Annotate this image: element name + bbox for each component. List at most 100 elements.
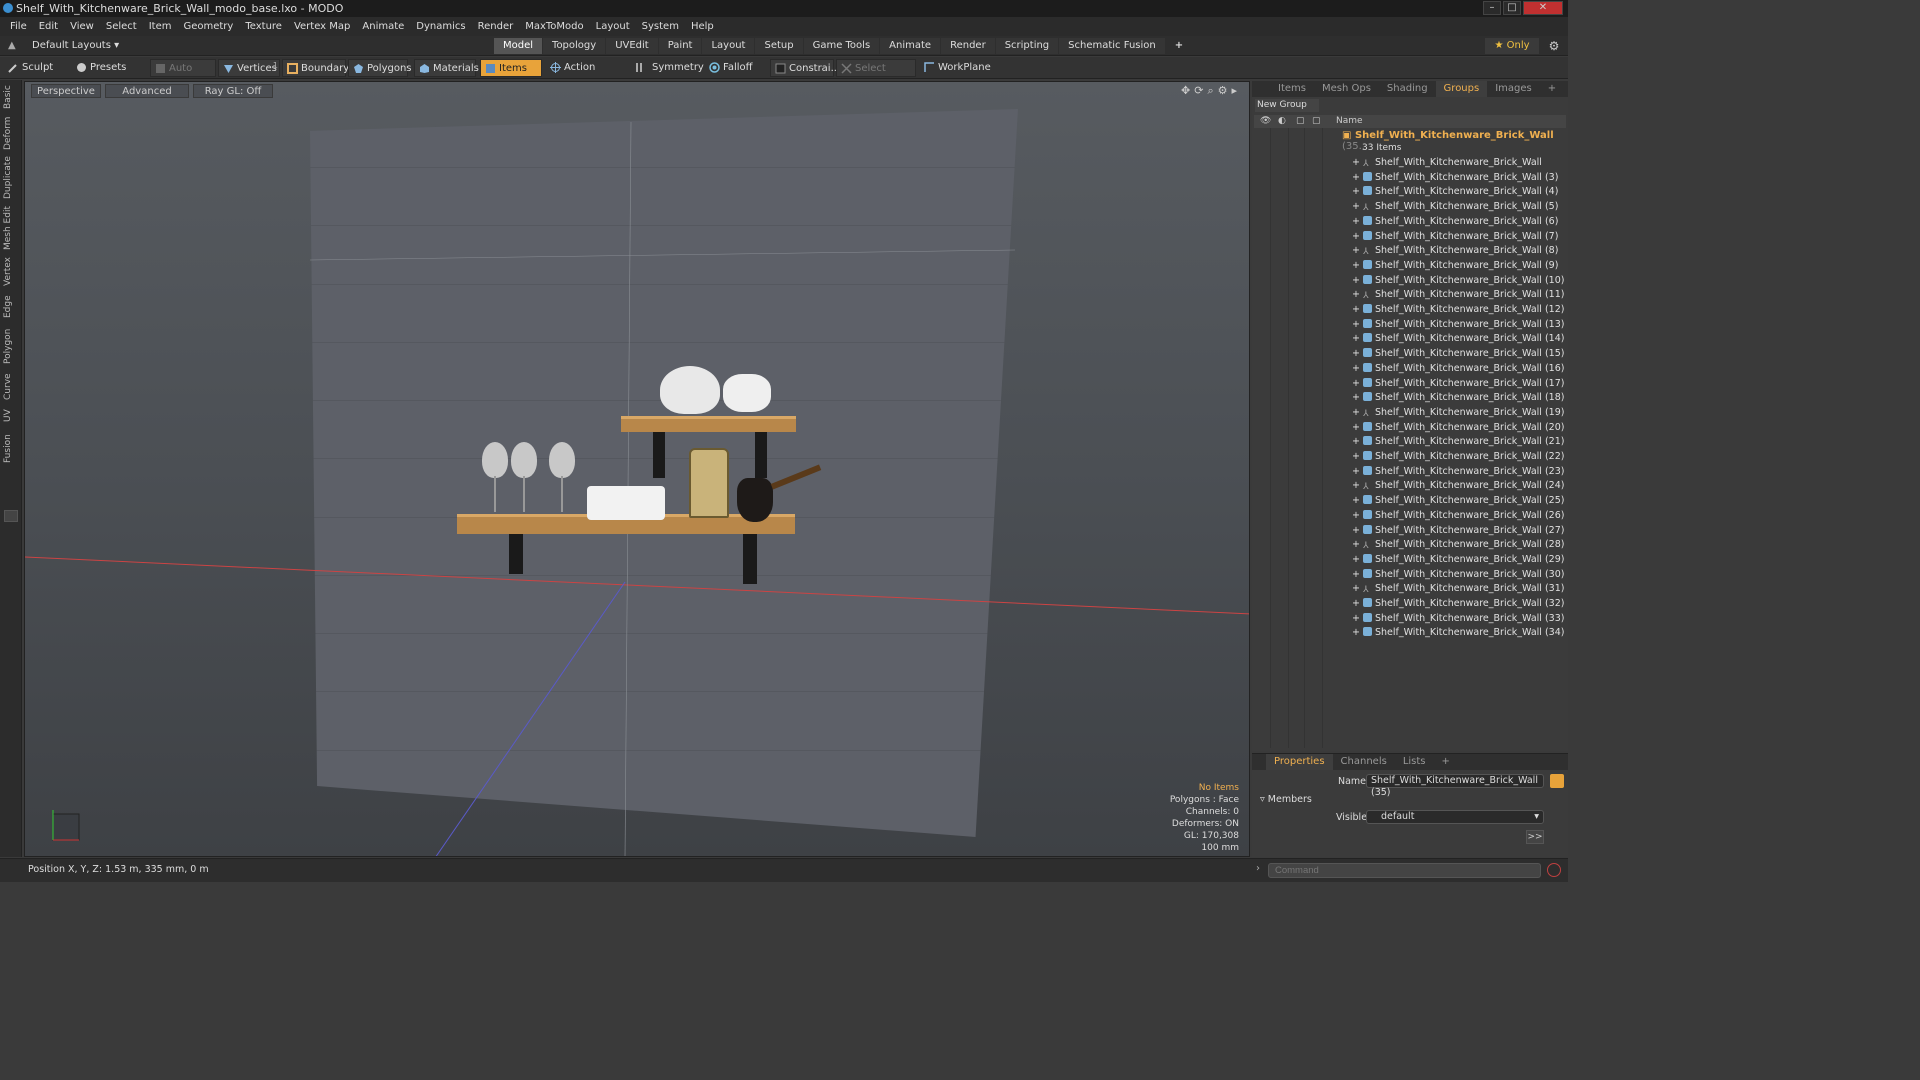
- menu-layout[interactable]: Layout: [590, 21, 636, 32]
- tab-render[interactable]: Render: [941, 38, 995, 54]
- group-item-row[interactable]: + ⅄ Shelf_With_Kitchenware_Brick_Wall: [1352, 156, 1542, 170]
- menu-animate[interactable]: Animate: [356, 21, 410, 32]
- menu-item[interactable]: Item: [143, 21, 178, 32]
- group-item-row[interactable]: + ⅄ Shelf_With_Kitchenware_Brick_Wall (5): [1352, 200, 1558, 214]
- sculpt-button[interactable]: Sculpt: [4, 59, 68, 77]
- group-item-row[interactable]: + Shelf_With_Kitchenware_Brick_Wall (3): [1352, 171, 1558, 185]
- tab-lists[interactable]: Lists: [1395, 754, 1434, 770]
- more-button[interactable]: >>: [1526, 830, 1544, 844]
- add-properties-tab-button[interactable]: +: [1434, 754, 1458, 770]
- select-through-button[interactable]: Select Through: [836, 59, 916, 92]
- group-item-row[interactable]: + Shelf_With_Kitchenware_Brick_Wall (15): [1352, 347, 1564, 361]
- group-item-row[interactable]: + Shelf_With_Kitchenware_Brick_Wall (10): [1352, 274, 1564, 288]
- tab-model[interactable]: Model: [494, 38, 543, 54]
- materials-button[interactable]: Materials: [414, 59, 479, 77]
- group-item-row[interactable]: + Shelf_With_Kitchenware_Brick_Wall (20): [1352, 421, 1564, 435]
- group-item-row[interactable]: + Shelf_With_Kitchenware_Brick_Wall (30): [1352, 568, 1564, 582]
- group-item-row[interactable]: + Shelf_With_Kitchenware_Brick_Wall (18): [1352, 391, 1564, 405]
- tab-mesh-edit[interactable]: Mesh Edit: [3, 206, 19, 250]
- falloff-button[interactable]: Falloff: [705, 59, 765, 77]
- close-button[interactable]: ✕: [1523, 1, 1563, 15]
- group-item-row[interactable]: + Shelf_With_Kitchenware_Brick_Wall (33): [1352, 612, 1564, 626]
- tab-fusion[interactable]: Fusion: [3, 432, 19, 466]
- group-item-row[interactable]: + Shelf_With_Kitchenware_Brick_Wall (9): [1352, 259, 1558, 273]
- polygons-button[interactable]: Polygons: [348, 59, 412, 77]
- tab-topology[interactable]: Topology: [543, 38, 606, 54]
- group-item-row[interactable]: + Shelf_With_Kitchenware_Brick_Wall (6): [1352, 215, 1558, 229]
- add-panel-tab-button[interactable]: +: [1540, 81, 1564, 97]
- boundary-button[interactable]: Boundary: [282, 59, 349, 77]
- group-item-row[interactable]: + ⅄ Shelf_With_Kitchenware_Brick_Wall (19…: [1352, 406, 1564, 420]
- menu-render[interactable]: Render: [472, 21, 520, 32]
- command-input[interactable]: [1268, 863, 1541, 878]
- tab-channels[interactable]: Channels: [1333, 754, 1395, 770]
- tab-vertex[interactable]: Vertex: [3, 256, 19, 288]
- group-item-row[interactable]: + Shelf_With_Kitchenware_Brick_Wall (29): [1352, 553, 1564, 567]
- group-item-row[interactable]: + Shelf_With_Kitchenware_Brick_Wall (16): [1352, 362, 1564, 376]
- panel-toggle-button[interactable]: [4, 510, 18, 522]
- tab-game-tools[interactable]: Game Tools: [803, 38, 880, 54]
- tab-basic[interactable]: Basic: [3, 84, 19, 110]
- maximize-button[interactable]: □: [1503, 1, 1521, 15]
- tab-shading[interactable]: Shading: [1379, 81, 1436, 97]
- group-item-row[interactable]: + Shelf_With_Kitchenware_Brick_Wall (4): [1352, 185, 1558, 199]
- presets-button[interactable]: Presets: [72, 59, 142, 77]
- menu-file[interactable]: File: [4, 21, 33, 32]
- menu-maxtomodo[interactable]: MaxToModo: [519, 21, 589, 32]
- group-item-row[interactable]: + Shelf_With_Kitchenware_Brick_Wall (13): [1352, 318, 1564, 332]
- tab-scripting[interactable]: Scripting: [995, 38, 1059, 54]
- tab-uvedit[interactable]: UVEdit: [606, 38, 658, 54]
- tab-groups[interactable]: Groups: [1435, 81, 1488, 97]
- group-item-row[interactable]: + ⅄ Shelf_With_Kitchenware_Brick_Wall (28…: [1352, 538, 1564, 552]
- 3d-viewport[interactable]: Perspective Advanced Ray GL: Off ✥⟳⌕⚙▸ N…: [24, 81, 1250, 857]
- tab-polygon[interactable]: Polygon: [3, 326, 19, 366]
- group-item-row[interactable]: + ⅄ Shelf_With_Kitchenware_Brick_Wall (11…: [1352, 288, 1564, 302]
- group-item-row[interactable]: + Shelf_With_Kitchenware_Brick_Wall (27): [1352, 524, 1564, 538]
- color-swatch[interactable]: [1550, 774, 1564, 788]
- visible-dropdown[interactable]: default ▾: [1366, 810, 1544, 824]
- group-item-row[interactable]: + Shelf_With_Kitchenware_Brick_Wall (25): [1352, 494, 1564, 508]
- group-item-row[interactable]: + ⅄ Shelf_With_Kitchenware_Brick_Wall (31…: [1352, 582, 1564, 596]
- record-icon[interactable]: [1547, 863, 1561, 877]
- layout-dropdown[interactable]: ▲ Default Layouts ▾: [4, 38, 119, 54]
- menu-view[interactable]: View: [64, 21, 100, 32]
- select-column-icon[interactable]: ▢: [1312, 115, 1321, 128]
- menu-dynamics[interactable]: Dynamics: [410, 21, 471, 32]
- workplane-button[interactable]: WorkPlane: [920, 59, 991, 77]
- menu-edit[interactable]: Edit: [33, 21, 64, 32]
- tab-properties[interactable]: Properties: [1266, 754, 1333, 770]
- group-item-row[interactable]: + ⅄ Shelf_With_Kitchenware_Brick_Wall (8): [1352, 244, 1558, 258]
- tab-uv[interactable]: UV: [3, 408, 19, 424]
- menu-help[interactable]: Help: [685, 21, 720, 32]
- tab-animate[interactable]: Animate: [880, 38, 941, 54]
- members-label[interactable]: ▿ Members: [1260, 794, 1312, 805]
- name-column-header[interactable]: Name: [1336, 115, 1363, 128]
- menu-select[interactable]: Select: [100, 21, 143, 32]
- menu-vertex-map[interactable]: Vertex Map: [288, 21, 356, 32]
- group-item-row[interactable]: + Shelf_With_Kitchenware_Brick_Wall (17): [1352, 377, 1564, 391]
- vertices-button[interactable]: Vertices 1: [218, 59, 280, 77]
- render-column-icon[interactable]: ◐: [1278, 115, 1286, 128]
- tab-setup[interactable]: Setup: [755, 38, 803, 54]
- action-center-button[interactable]: Action Center: [546, 59, 626, 91]
- lock-column-icon[interactable]: ▢: [1296, 115, 1305, 128]
- group-item-row[interactable]: + ⅄ Shelf_With_Kitchenware_Brick_Wall (24…: [1352, 479, 1564, 493]
- tab-items[interactable]: Items: [1270, 81, 1314, 97]
- only-button[interactable]: ★ Only: [1485, 38, 1539, 54]
- menu-geometry[interactable]: Geometry: [177, 21, 239, 32]
- auto-select-button[interactable]: Auto Select: [150, 59, 216, 92]
- group-item-row[interactable]: + Shelf_With_Kitchenware_Brick_Wall (26): [1352, 509, 1564, 523]
- group-item-row[interactable]: + Shelf_With_Kitchenware_Brick_Wall (32): [1352, 597, 1564, 611]
- tab-duplicate[interactable]: Duplicate: [3, 156, 19, 200]
- tab-curve[interactable]: Curve: [3, 372, 19, 402]
- tab-images[interactable]: Images: [1487, 81, 1540, 97]
- group-item-row[interactable]: + Shelf_With_Kitchenware_Brick_Wall (21): [1352, 435, 1564, 449]
- tab-schematic-fusion[interactable]: Schematic Fusion: [1059, 38, 1165, 54]
- name-field[interactable]: Shelf_With_Kitchenware_Brick_Wall (35): [1366, 774, 1544, 798]
- constraints-button[interactable]: Constrai...: [770, 59, 840, 77]
- group-item-row[interactable]: + Shelf_With_Kitchenware_Brick_Wall (23): [1352, 465, 1564, 479]
- visibility-column-icon[interactable]: 👁: [1260, 115, 1271, 128]
- group-item-row[interactable]: + Shelf_With_Kitchenware_Brick_Wall (22): [1352, 450, 1564, 464]
- symmetry-button[interactable]: Symmetry: [630, 59, 704, 77]
- items-button[interactable]: Items: [480, 59, 542, 77]
